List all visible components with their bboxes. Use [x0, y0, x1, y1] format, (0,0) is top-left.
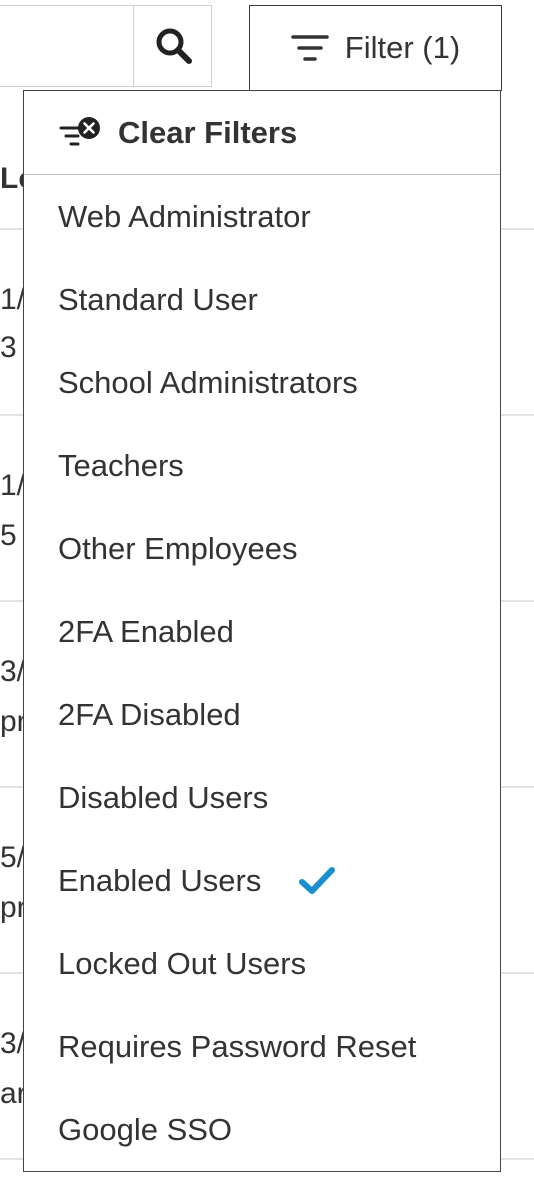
filter-option-2fa-disabled[interactable]: 2FA Disabled	[24, 673, 500, 756]
filter-option-label: Google SSO	[58, 1111, 233, 1147]
search-button[interactable]	[133, 5, 213, 87]
filter-option-school-administrators[interactable]: School Administrators	[24, 341, 500, 424]
filter-option-requires-password-reset[interactable]: Requires Password Reset	[24, 1005, 500, 1088]
filter-option-google-sso[interactable]: Google SSO	[24, 1088, 500, 1171]
table-cell-fragment: 5/	[0, 841, 26, 874]
filter-option-label: Web Administrator	[58, 198, 311, 234]
filter-button-label: Filter (1)	[344, 30, 461, 65]
filter-option-disabled-users[interactable]: Disabled Users	[24, 756, 500, 839]
filter-options-list: Web Administrator Standard User School Adm…	[24, 175, 500, 1171]
filter-option-standard-user[interactable]: Standard User	[24, 258, 500, 341]
filter-option-web-administrator[interactable]: Web Administrator	[24, 175, 500, 258]
clear-filters-label: Clear Filters	[118, 114, 298, 150]
table-cell-fragment: 1/	[0, 469, 26, 502]
filter-option-label: Enabled Users	[58, 862, 262, 898]
filter-lines-icon	[291, 35, 329, 61]
clear-filter-icon	[59, 116, 100, 145]
filter-option-label: 2FA Enabled	[58, 613, 234, 649]
search-icon	[156, 28, 192, 64]
table-cell-fragment: 3/	[0, 1027, 26, 1060]
table-cell-fragment: 1/	[0, 283, 26, 316]
filter-option-label: Disabled Users	[58, 779, 269, 815]
filter-option-teachers[interactable]: Teachers	[24, 424, 500, 507]
checkmark-icon	[299, 866, 336, 896]
filter-option-label: Teachers	[58, 447, 184, 483]
filter-option-locked-out-users[interactable]: Locked Out Users	[24, 922, 500, 1005]
filter-option-label: Requires Password Reset	[58, 1028, 417, 1064]
clear-filters-button[interactable]: Clear Filters	[24, 91, 500, 175]
filter-dropdown-menu: Clear Filters Web Administrator Standard …	[23, 90, 501, 1172]
filter-button[interactable]: Filter (1)	[249, 5, 502, 91]
filter-option-enabled-users[interactable]: Enabled Users	[24, 839, 500, 922]
filter-option-label: School Administrators	[58, 364, 358, 400]
filter-option-label: Locked Out Users	[58, 945, 307, 981]
filter-option-other-employees[interactable]: Other Employees	[24, 507, 500, 590]
filter-option-label: 2FA Disabled	[58, 696, 241, 732]
filter-option-2fa-enabled[interactable]: 2FA Enabled	[24, 590, 500, 673]
table-cell-fragment: 3/	[0, 655, 26, 688]
filter-option-label: Other Employees	[58, 530, 298, 566]
filter-option-label: Standard User	[58, 281, 258, 317]
